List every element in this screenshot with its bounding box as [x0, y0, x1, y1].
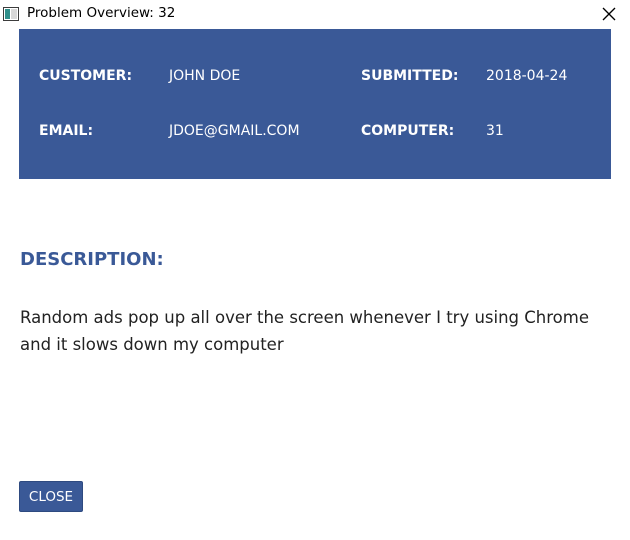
close-icon[interactable]: [600, 5, 618, 23]
close-button[interactable]: CLOSE: [19, 481, 83, 512]
window-title: Problem Overview: 32: [27, 5, 176, 21]
customer-info-panel: CUSTOMER: JOHN DOE SUBMITTED: 2018-04-24…: [19, 29, 611, 179]
customer-value: JOHN DOE: [169, 68, 241, 84]
email-label: EMAIL:: [39, 123, 94, 139]
description-text: Random ads pop up all over the screen wh…: [20, 308, 589, 354]
computer-value: 31: [486, 123, 504, 139]
submitted-value: 2018-04-24: [486, 68, 568, 84]
description-heading: DESCRIPTION:: [20, 249, 164, 270]
problem-overview-window: Problem Overview: 32 CUSTOMER: JOHN DOE …: [0, 0, 630, 540]
computer-label: COMPUTER:: [361, 123, 455, 139]
email-value: JDOE@GMAIL.COM: [169, 123, 300, 139]
customer-label: CUSTOMER:: [39, 68, 133, 84]
window-app-icon: [3, 6, 19, 21]
title-bar: Problem Overview: 32: [0, 0, 630, 28]
submitted-label: SUBMITTED:: [361, 68, 459, 84]
